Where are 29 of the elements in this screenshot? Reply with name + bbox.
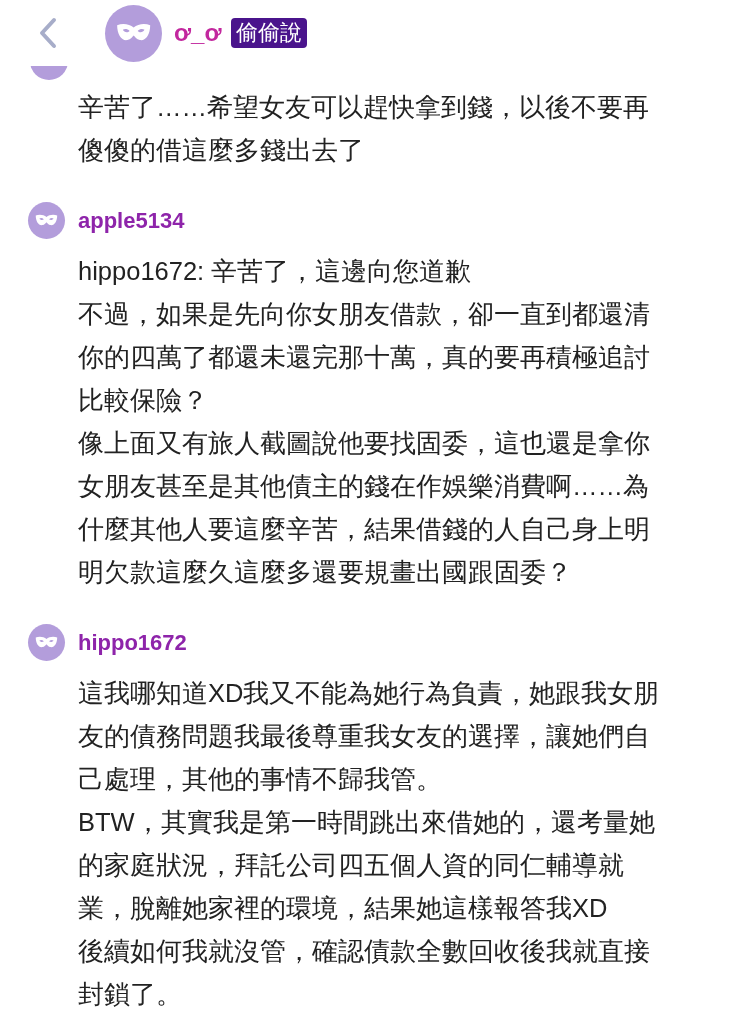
anonymous-badge: 偷偷說 xyxy=(231,18,308,48)
comment-text: 這我哪知道XD我又不能為她行為負責，她跟我女朋 xyxy=(78,678,661,709)
mask-icon xyxy=(35,635,58,649)
comment-text: BTW，其實我是第一時間跳出來借她的，還考量她 xyxy=(78,807,656,838)
comment-text: 封鎖了。 xyxy=(78,979,183,1010)
comment-text: 的家庭狀況，拜託公司四五個人資的同仁輔導就 xyxy=(78,850,625,881)
username: ơ_ơ xyxy=(174,18,222,48)
comment-text: 明欠款這麼久這麼多還要規畫出國跟固委？ xyxy=(78,557,573,588)
avatar[interactable] xyxy=(28,623,65,661)
mask-icon xyxy=(115,23,152,43)
comment-text: 辛苦了……希望女友可以趕快拿到錢，以後不要再 xyxy=(78,92,650,123)
comment-author[interactable]: hippo1672 xyxy=(78,625,187,659)
comment-text: 女朋友甚至是其他債主的錢在作娛樂消費啊……為 xyxy=(78,471,650,502)
comment-text: 後續如何我就沒管，確認債款全數回收後我就直接 xyxy=(78,936,651,967)
comment-text: 友的債務問題我最後尊重我女友的選擇，讓她們自 xyxy=(78,721,651,752)
comment-text: 像上面又有旅人截圖說他要找固委，這也還是拿你 xyxy=(78,428,651,459)
comment-text: 比較保險？ xyxy=(78,385,209,416)
comment-text: 不過，如果是先向你女朋友借款，卻一直到都還清 xyxy=(78,299,651,330)
comment-author[interactable]: apple5134 xyxy=(78,203,185,237)
comment-text: 什麼其他人要這麼辛苦，結果借錢的人自己身上明 xyxy=(78,514,651,545)
comment-text: 傻傻的借這麼多錢出去了 xyxy=(78,135,365,166)
back-icon[interactable] xyxy=(38,17,58,49)
comment-text: 己處理，其他的事情不歸我管。 xyxy=(78,764,443,795)
mask-icon xyxy=(35,213,58,227)
avatar[interactable] xyxy=(28,201,65,239)
avatar[interactable] xyxy=(105,4,162,62)
comment-text: hippo1672: 辛苦了，這邊向您道歉 xyxy=(78,256,473,287)
comment-text: 你的四萬了都還未還完那十萬，真的要再積極追討 xyxy=(78,342,651,373)
comment-text: 業，脫離她家裡的環境，結果她這樣報答我XD xyxy=(78,893,609,924)
